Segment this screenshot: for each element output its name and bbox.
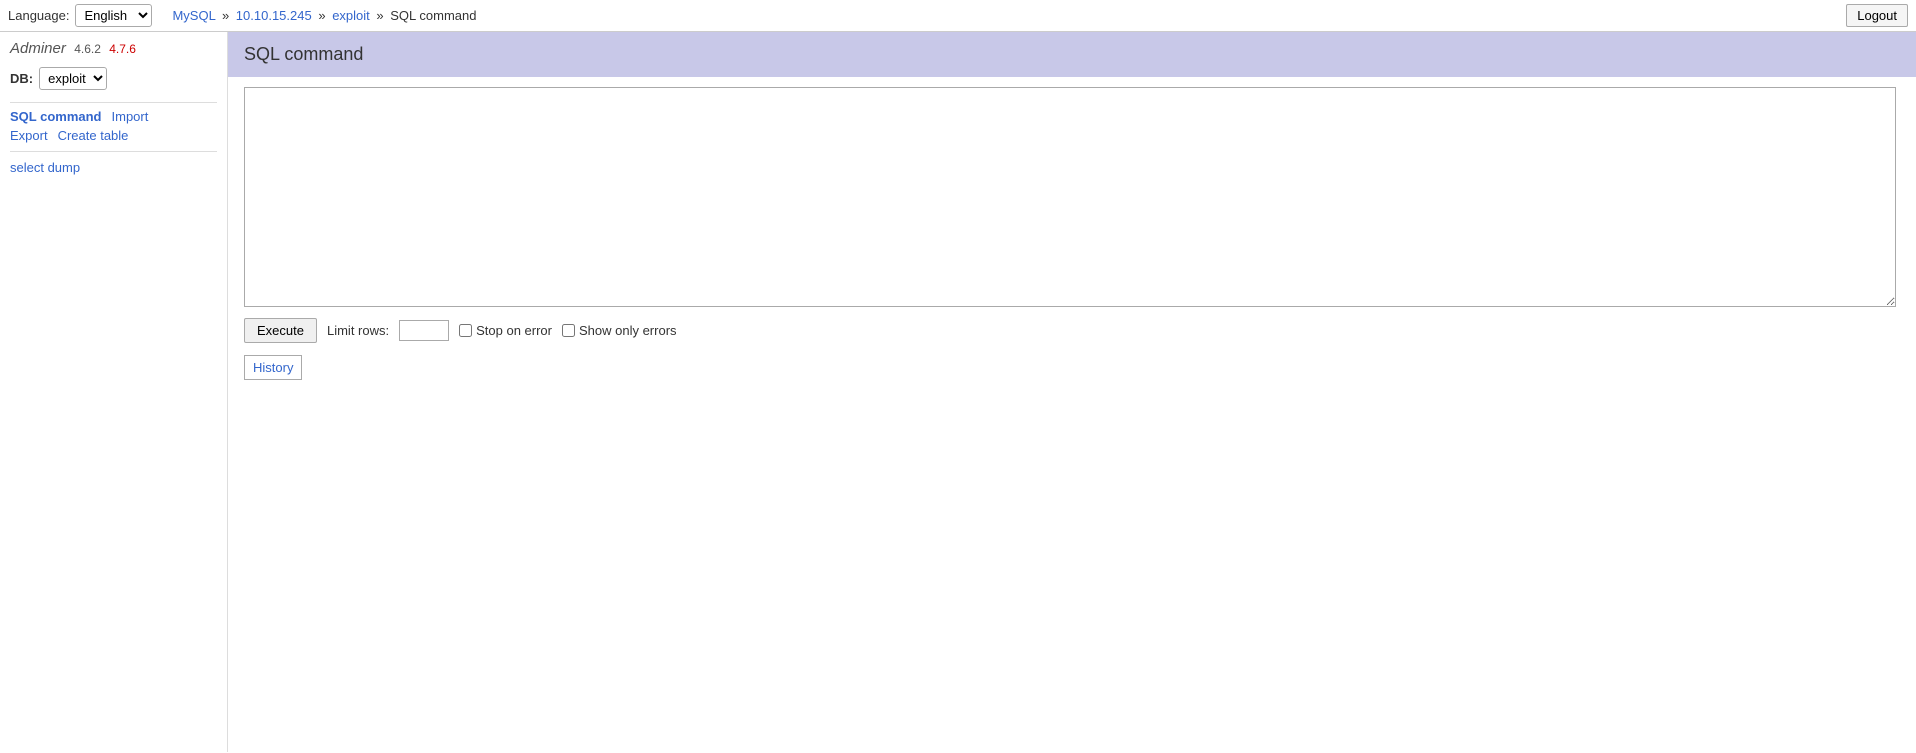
top-bar-left: Language: English Czech German French Sp… [8, 4, 152, 27]
app-title: Adminer 4.6.2 4.7.6 [10, 40, 217, 57]
breadcrumb-ip[interactable]: 10.10.15.245 [236, 8, 312, 23]
breadcrumb-mysql[interactable]: MySQL [172, 8, 215, 23]
db-row: DB: exploit [10, 67, 217, 90]
breadcrumb-sep2: » [318, 8, 325, 23]
history-link[interactable]: History [253, 360, 293, 375]
sidebar: Adminer 4.6.2 4.7.6 DB: exploit SQL comm… [0, 32, 228, 752]
version-new: 4.7.6 [109, 42, 136, 56]
sql-textarea[interactable] [244, 87, 1896, 307]
select-dump-link[interactable]: select dump [10, 160, 80, 175]
db-label: DB: [10, 71, 33, 86]
breadcrumb-current: SQL command [390, 8, 476, 23]
db-select[interactable]: exploit [39, 67, 107, 90]
logout-button[interactable]: Logout [1846, 4, 1908, 27]
breadcrumb-sep1: » [222, 8, 229, 23]
nav-create-table[interactable]: Create table [58, 128, 129, 143]
language-select[interactable]: English Czech German French Spanish [75, 4, 152, 27]
stop-on-error-checkbox[interactable] [459, 324, 472, 337]
nav-export[interactable]: Export [10, 128, 48, 143]
content-area: Execute Limit rows: Stop on error Show o… [228, 77, 1916, 752]
sidebar-nav-row2: Export Create table [10, 128, 217, 143]
layout: Adminer 4.6.2 4.7.6 DB: exploit SQL comm… [0, 32, 1916, 752]
execute-button[interactable]: Execute [244, 318, 317, 343]
history-section: History [244, 355, 302, 380]
sidebar-divider [10, 102, 217, 103]
language-label: Language: [8, 8, 69, 23]
version-old: 4.6.2 [74, 42, 101, 56]
breadcrumb-exploit[interactable]: exploit [332, 8, 370, 23]
limit-rows-input[interactable] [399, 320, 449, 341]
page-header: SQL command [228, 32, 1916, 77]
breadcrumb: MySQL » 10.10.15.245 » exploit » SQL com… [152, 8, 1846, 23]
sidebar-nav-row1: SQL command Import [10, 109, 217, 124]
limit-rows-label: Limit rows: [327, 323, 389, 338]
breadcrumb-sep3: » [376, 8, 383, 23]
main: SQL command Execute Limit rows: Stop on … [228, 32, 1916, 752]
nav-import[interactable]: Import [112, 109, 149, 124]
sidebar-divider2 [10, 151, 217, 152]
show-only-errors-checkbox[interactable] [562, 324, 575, 337]
page-title: SQL command [244, 44, 363, 64]
stop-on-error-label: Stop on error [459, 323, 552, 338]
top-bar: Language: English Czech German French Sp… [0, 0, 1916, 32]
sidebar-nav: SQL command Import Export Create table [10, 109, 217, 143]
app-name: Adminer [10, 40, 66, 57]
nav-sql-command[interactable]: SQL command [10, 109, 102, 124]
controls-row: Execute Limit rows: Stop on error Show o… [244, 318, 1900, 343]
show-only-errors-label: Show only errors [562, 323, 677, 338]
